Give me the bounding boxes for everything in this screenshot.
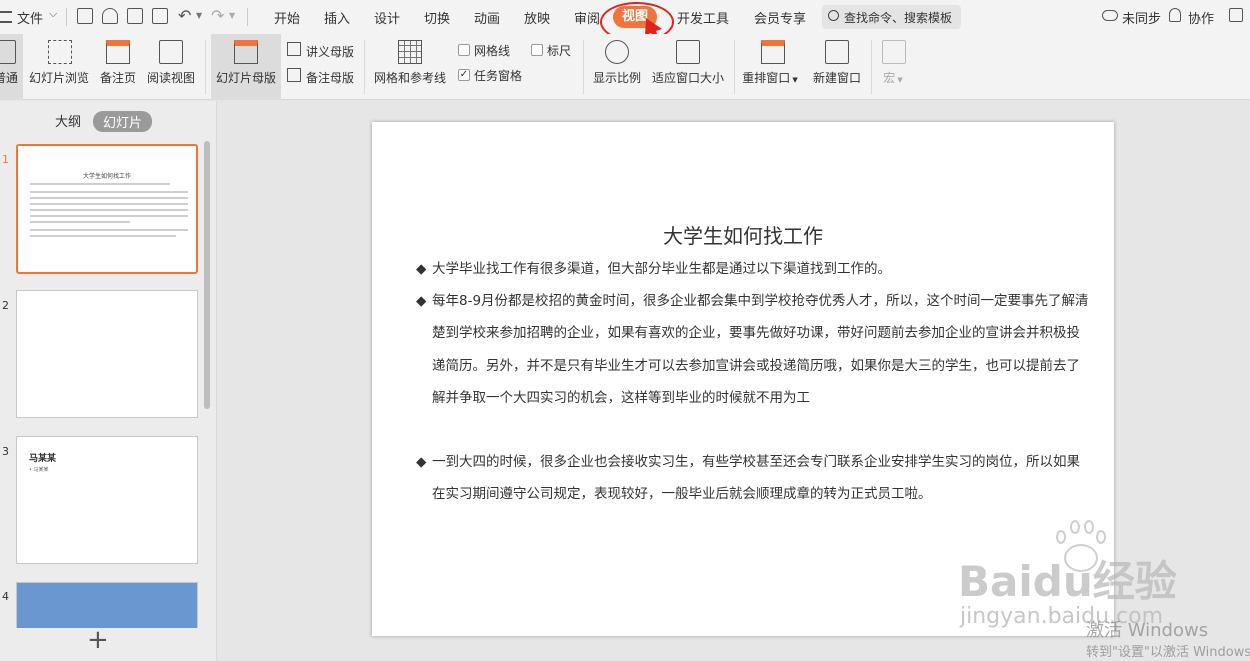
- collaborate-button[interactable]: 协作: [1188, 8, 1214, 27]
- task-pane-checkbox[interactable]: ✓: [458, 69, 470, 81]
- slides-pane: 大纲 幻灯片 1 大学生如何找工作 2 3 马某某 • 马某某 4 +: [0, 101, 217, 661]
- cloud-icon[interactable]: [1102, 10, 1118, 21]
- search-icon: [828, 10, 839, 21]
- tab-slides[interactable]: 幻灯片: [93, 111, 153, 132]
- arrange-window-button[interactable]: 重排窗口 ▼: [742, 34, 804, 100]
- chevron-down-icon[interactable]: ⌵: [49, 7, 57, 21]
- slide-master-button[interactable]: 幻灯片母版: [211, 34, 281, 100]
- file-menu[interactable]: 文件: [17, 8, 43, 27]
- tab-review[interactable]: 审阅: [574, 8, 600, 27]
- notes-page-button[interactable]: 备注页: [98, 34, 138, 100]
- tab-outline[interactable]: 大纲: [55, 111, 81, 130]
- search-placeholder: 查找命令、搜索模板: [844, 11, 953, 25]
- handout-master-button[interactable]: 讲义母版: [306, 43, 354, 60]
- slide-browse-icon: [48, 40, 72, 64]
- bullet-item[interactable]: ◆ 大学毕业找工作有很多渠道，但大部分毕业生都是通过以下渠道找到工作的。: [416, 253, 1092, 285]
- search-box[interactable]: 查找命令、搜索模板: [822, 5, 961, 29]
- format-painter-icon[interactable]: [102, 8, 118, 24]
- normal-view-icon: [0, 40, 16, 64]
- sync-status[interactable]: 未同步: [1122, 8, 1161, 27]
- diamond-bullet-icon: ◆: [416, 454, 427, 470]
- arrange-window-icon: [761, 40, 785, 64]
- reading-view-button[interactable]: 阅读视图: [145, 34, 197, 100]
- tab-transition[interactable]: 切换: [424, 8, 450, 27]
- notes-page-icon: [106, 40, 130, 64]
- baidu-watermark: Baidu经验: [958, 557, 1177, 606]
- task-pane-label: 任务窗格: [474, 69, 523, 83]
- tab-home[interactable]: 开始: [274, 8, 300, 27]
- chevron-down-icon: ▼: [895, 76, 903, 84]
- slide-thumbnail-2[interactable]: [16, 290, 198, 418]
- collaborate-icon[interactable]: [1169, 8, 1181, 22]
- diamond-bullet-icon: ◆: [416, 293, 427, 309]
- slide-thumbnail-1[interactable]: 大学生如何找工作: [16, 144, 198, 274]
- thumbnail-title: 马某某: [29, 454, 57, 464]
- new-window-button[interactable]: 新建窗口: [810, 34, 864, 100]
- bullet-item[interactable]: ◆ 每年8-9月份都是校招的黄金时间，很多企业都会集中到学校抢夺优秀人才，所以，…: [416, 285, 1092, 414]
- tab-slideshow[interactable]: 放映: [524, 8, 550, 27]
- slide-master-icon: [234, 40, 258, 64]
- tab-animation[interactable]: 动画: [474, 8, 500, 27]
- add-slide-button[interactable]: +: [87, 627, 109, 653]
- tab-member[interactable]: 会员专享: [754, 8, 806, 27]
- ruler-label: 标尺: [547, 44, 572, 58]
- notes-master-icon: [287, 68, 301, 82]
- tab-design[interactable]: 设计: [374, 8, 400, 27]
- print-icon[interactable]: [127, 8, 143, 24]
- handout-master-icon: [287, 42, 301, 56]
- book-icon: [159, 40, 183, 64]
- magnifier-icon: [605, 40, 629, 64]
- zoom-button[interactable]: 显示比例: [590, 34, 644, 100]
- slide-number: 1: [2, 153, 9, 166]
- activate-windows-subtitle: 转到"设置"以激活 Windows。: [1086, 645, 1250, 660]
- tab-insert[interactable]: 插入: [324, 8, 350, 27]
- slide-browse-button[interactable]: 幻灯片浏览: [27, 34, 91, 100]
- macro-button[interactable]: 宏 ▼: [878, 34, 908, 100]
- ruler-checkbox[interactable]: [531, 44, 543, 56]
- gridlines-checkbox[interactable]: [458, 44, 470, 56]
- ribbon-toolbar: 普通 幻灯片浏览 备注页 阅读视图 幻灯片母版 讲义母版 备注母版 网格和参考线…: [0, 34, 1250, 100]
- undo-icon[interactable]: ↶: [178, 6, 191, 25]
- pane-scrollbar[interactable]: [204, 141, 210, 409]
- thumbnail-title: 大学生如何找工作: [82, 173, 131, 180]
- chevron-down-icon: ▼: [790, 76, 798, 84]
- slide-thumbnail-3[interactable]: 马某某 • 马某某: [16, 436, 198, 564]
- share-icon[interactable]: [1229, 8, 1243, 22]
- grid-icon: [398, 40, 422, 64]
- hamburger-icon[interactable]: [0, 11, 12, 23]
- new-window-icon: [825, 40, 849, 64]
- normal-view-button[interactable]: 普通: [0, 34, 23, 100]
- diamond-bullet-icon: ◆: [416, 261, 427, 277]
- save-icon[interactable]: [77, 8, 93, 24]
- gridlines-label: 网格线: [474, 44, 511, 58]
- chevron-down-icon[interactable]: ▼: [229, 11, 235, 20]
- notes-master-button[interactable]: 备注母版: [306, 69, 354, 86]
- redo-icon[interactable]: ↷: [211, 6, 224, 25]
- print-preview-icon[interactable]: [152, 8, 168, 24]
- fit-window-icon: [676, 40, 700, 64]
- thumbnail-subtitle: • 马某某: [29, 467, 49, 473]
- fit-window-button[interactable]: 适应窗口大小: [650, 34, 726, 100]
- slide-number: 4: [2, 590, 9, 603]
- slide-number: 2: [2, 299, 9, 312]
- macro-icon: [882, 40, 906, 64]
- grid-guides-button[interactable]: 网格和参考线: [370, 34, 450, 100]
- slide-title[interactable]: 大学生如何找工作: [372, 220, 1114, 249]
- slide-thumbnail-4[interactable]: [16, 582, 198, 628]
- activate-windows-title: 激活 Windows: [1086, 620, 1209, 641]
- bullet-item[interactable]: ◆ 一到大四的时候，很多企业也会接收实习生，有些学校甚至还会专门联系企业安排学生…: [416, 446, 1092, 511]
- chevron-down-icon[interactable]: ▼: [196, 11, 202, 20]
- slide-number: 3: [2, 445, 9, 458]
